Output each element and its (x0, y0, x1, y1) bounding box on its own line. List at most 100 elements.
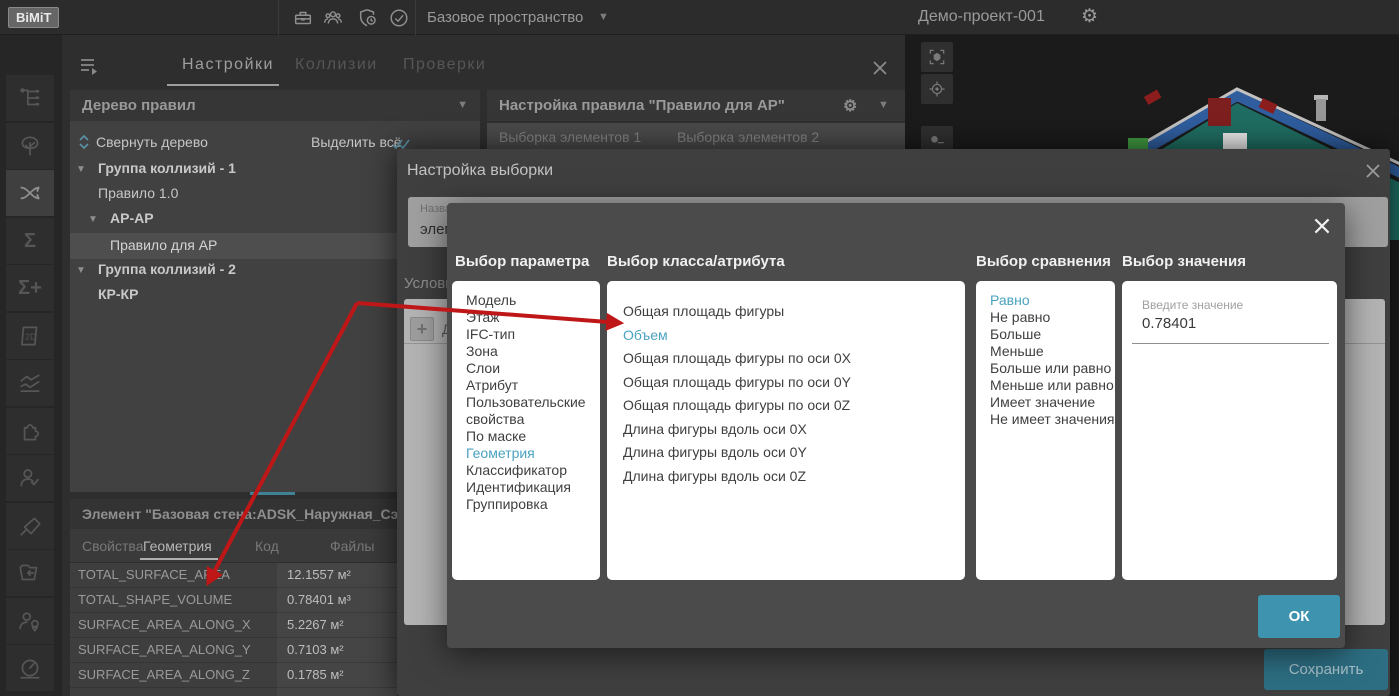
topbar-divider (278, 0, 279, 35)
picker-close-icon[interactable] (1311, 215, 1333, 237)
list-item[interactable]: Меньше (990, 343, 1115, 360)
table-row[interactable]: SURFACE_AREA_ALONG_Z 0.1785 м² (70, 663, 397, 688)
list-item[interactable]: Имеет значение (990, 394, 1115, 411)
panel-menu-icon[interactable] (80, 58, 102, 76)
workspace-caret-icon[interactable]: ▼ (598, 11, 609, 23)
list-item[interactable]: Меньше или равно (990, 377, 1115, 394)
list-item[interactable]: Слои (466, 360, 600, 377)
attribute-picker-dialog: Выбор параметра Выбор класса/атрибута Вы… (447, 203, 1345, 648)
workspace-selector[interactable]: Базовое пространство (427, 9, 583, 26)
tab-settings[interactable]: Настройки (182, 56, 274, 74)
sidebar-item-user-location[interactable] (6, 598, 54, 644)
list-item[interactable]: Длина фигуры вдоль оси 0Y (623, 441, 965, 465)
collapse-tree-button[interactable]: Свернуть дерево (96, 134, 208, 150)
sidebar-item-tree[interactable] (6, 123, 54, 169)
toolbox-icon[interactable] (292, 7, 314, 29)
sidebar-item-sum-add[interactable]: Σ+ (6, 265, 54, 311)
rule-settings-gear-icon[interactable]: ⚙ (843, 96, 857, 116)
save-button[interactable]: Сохранить (1264, 649, 1388, 690)
list-item[interactable]: Идентификация (466, 479, 600, 496)
list-item[interactable]: Не имеет значения (990, 411, 1115, 428)
sidebar-item-collisions[interactable] (6, 170, 54, 216)
list-item[interactable]: Общая площадь фигуры по оси 0Y (623, 371, 965, 395)
rules-tree-caret-icon[interactable]: ▼ (457, 99, 468, 111)
tree-item-group2[interactable]: Группа коллизий - 2 (98, 261, 236, 277)
project-settings-gear-icon[interactable]: ⚙ (1081, 5, 1098, 28)
zoom-fit-button[interactable] (921, 42, 953, 72)
tab-properties[interactable]: Свойства (82, 538, 143, 554)
tab-selection-1[interactable]: Выборка элементов 1 (499, 129, 641, 145)
sidebar-item-folder-export[interactable] (6, 550, 54, 596)
list-item[interactable]: Общая площадь фигуры (623, 300, 965, 324)
list-item[interactable]: Не равно (990, 309, 1115, 326)
sidebar-item-sum[interactable]: Σ (6, 218, 54, 264)
ok-button[interactable]: ОК (1258, 595, 1340, 638)
list-item[interactable]: Больше (990, 326, 1115, 343)
add-condition-button[interactable]: + (410, 317, 434, 341)
property-name: SURFACE_AREA_ALONG_Y (70, 638, 277, 663)
list-item[interactable]: Этаж (466, 309, 600, 326)
collapse-tree-icon[interactable] (78, 134, 90, 150)
list-item[interactable]: Модель (466, 292, 600, 309)
table-row[interactable]: TOTAL_SURFACE_AREA 12.1557 м² (70, 563, 397, 588)
list-item[interactable]: Атрибут (466, 377, 600, 394)
tab-code[interactable]: Код (255, 538, 279, 554)
tab-geometry[interactable]: Геометрия (143, 538, 212, 554)
list-item[interactable]: IFC-тип (466, 326, 600, 343)
list-item[interactable]: Зона (466, 343, 600, 360)
property-name: TOTAL_SURFACE_AREA (70, 563, 277, 588)
list-item-selected[interactable]: Объем (623, 324, 965, 348)
list-item-selected[interactable]: Равно (990, 292, 1115, 309)
list-item[interactable]: Больше или равно (990, 360, 1115, 377)
sidebar-item-charts[interactable] (6, 360, 54, 406)
table-row[interactable]: SURFACE_AREA_ALONG_X 5.2267 м² (70, 613, 397, 638)
element-header: Элемент "Базовая стена:ADSK_Наружная_Сэн… (70, 499, 397, 529)
list-item[interactable]: Группировка (466, 496, 600, 513)
list-item[interactable]: Пользовательские свойства (466, 394, 592, 428)
sidebar-item-trowel[interactable] (6, 503, 54, 549)
locate-target-button[interactable] (921, 74, 953, 104)
tab-checks[interactable]: Проверки (403, 56, 486, 74)
tree-item-group1[interactable]: Группа коллизий - 1 (98, 160, 236, 176)
select-all-button[interactable]: Выделить всё (311, 134, 402, 150)
table-row[interactable]: SURFACE_AREA_ALONG_Y 0.7103 м² (70, 638, 397, 663)
shield-clock-icon[interactable] (357, 7, 379, 29)
sidebar-item-structure[interactable] (6, 75, 54, 121)
list-item[interactable]: Длина фигуры вдоль оси 0X (623, 418, 965, 442)
list-item-selected[interactable]: Геометрия (466, 445, 600, 462)
check-circle-icon[interactable] (388, 7, 410, 29)
sidebar-item-plugins[interactable] (6, 408, 54, 454)
value-input-placeholder: Введите значение (1142, 298, 1243, 312)
tree-item-ar-ar[interactable]: АР-АР (110, 210, 154, 226)
sidebar-item-2d[interactable]: 2D (6, 313, 54, 359)
panel-close-icon[interactable] (871, 59, 889, 77)
top-bar: BiMiT Базовое пространство ▼ Демо-проект… (0, 0, 1399, 35)
tree-expand-icon[interactable]: ▼ (76, 164, 86, 175)
modal-close-icon[interactable] (1363, 161, 1383, 181)
tab-collisions[interactable]: Коллизии (295, 56, 378, 74)
value-input[interactable]: 0.78401 (1142, 315, 1196, 332)
tree-item-kr-kr[interactable]: КР-КР (98, 286, 138, 302)
element-properties-panel: Элемент "Базовая стена:ADSK_Наружная_Сэн… (70, 499, 397, 696)
tree-item-rule-for-ar[interactable]: Правило для АР (110, 237, 217, 253)
rules-tree-header[interactable]: Дерево правил ▼ (70, 90, 480, 121)
tree-expand-icon[interactable]: ▼ (76, 265, 86, 276)
table-row[interactable]: TOTAL_SHAPE_VOLUME 0.78401 м³ (70, 588, 397, 613)
users-icon[interactable] (322, 7, 344, 29)
tab-files[interactable]: Файлы (330, 538, 374, 554)
list-item[interactable]: Общая площадь фигуры по оси 0Z (623, 394, 965, 418)
tree-item-rule10[interactable]: Правило 1.0 (98, 185, 178, 201)
list-item[interactable]: Классификатор (466, 462, 600, 479)
list-item[interactable]: Длина фигуры вдоль оси 0Z (623, 465, 965, 489)
list-item[interactable]: Общая площадь фигуры по оси 0X (623, 347, 965, 371)
sidebar-item-gauge[interactable] (6, 645, 54, 691)
active-tab-underline (140, 558, 218, 560)
panel-splitter-handle[interactable] (250, 492, 295, 495)
property-value: 0.7103 м² (277, 638, 397, 663)
tab-selection-2[interactable]: Выборка элементов 2 (677, 129, 819, 145)
list-item[interactable]: По маске (466, 428, 600, 445)
rule-settings-caret-icon[interactable]: ▼ (878, 99, 889, 111)
sidebar-item-user-check[interactable] (6, 455, 54, 501)
tree-expand-icon[interactable]: ▼ (88, 214, 98, 225)
rule-settings-header[interactable]: Настройка правила "Правило для АР" ⚙ ▼ (487, 90, 905, 121)
